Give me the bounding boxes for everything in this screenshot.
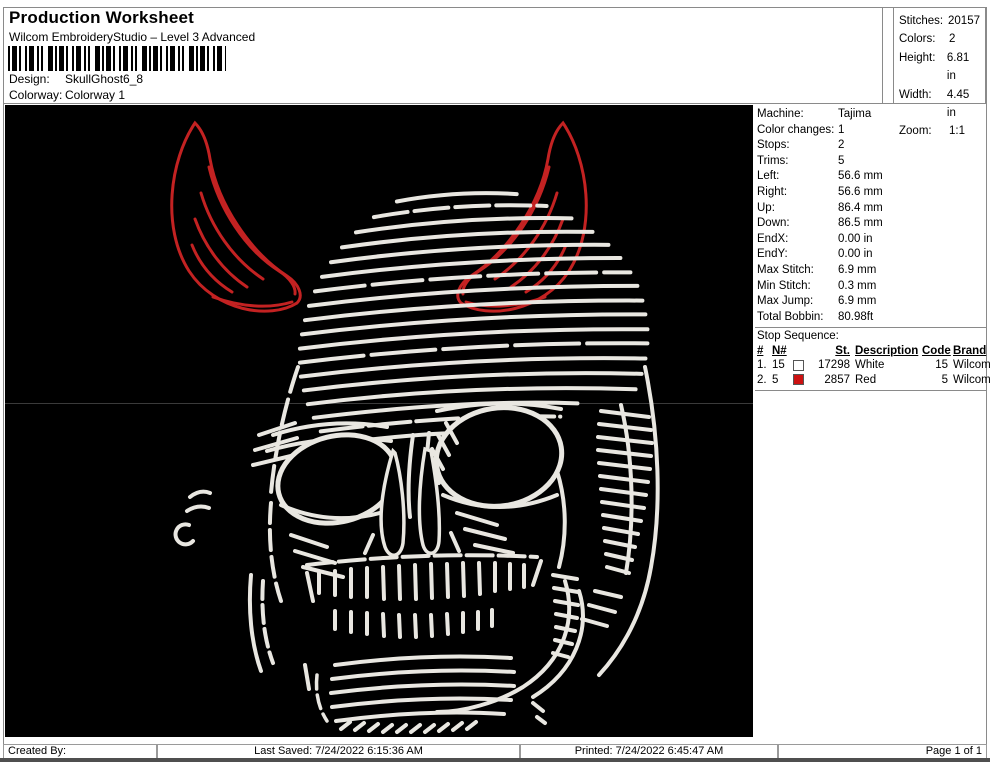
footer-last-saved: Last Saved: 7/24/2022 6:15:36 AM <box>157 744 520 759</box>
stop-sequence-row: 1. 15 17298 White 15 Wilcom <box>757 358 986 373</box>
machine-row: Color changes:1 <box>757 123 986 139</box>
stop-sequence-row: 2. 5 2857 Red 5 Wilcom <box>757 373 986 388</box>
upper-teeth <box>319 563 524 599</box>
header-stats-divider <box>882 7 883 104</box>
header-divider <box>3 103 987 104</box>
colorway-value: Colorway 1 <box>65 88 125 102</box>
production-worksheet-page: { "header": { "title": "Production Works… <box>0 0 990 762</box>
stat-height: Height:6.81 in <box>899 49 980 86</box>
window-bottom-strip <box>0 758 990 762</box>
machine-row: Right:56.6 mm <box>757 185 986 201</box>
design-barcode <box>8 46 226 71</box>
design-canvas <box>5 105 753 737</box>
design-label: Design: <box>9 72 65 86</box>
left-side-sketch <box>176 367 298 671</box>
chin-stripes <box>331 581 583 721</box>
footer-created-by: Created By: <box>3 744 157 759</box>
stat-colors: Colors:2 <box>899 30 980 48</box>
machine-row: Min Stitch:0.3 mm <box>757 279 986 295</box>
stop-sequence-bottom-divider <box>755 390 986 391</box>
stop-sequence-divider <box>755 327 986 328</box>
lower-teeth <box>335 610 492 637</box>
machine-row: Total Bobbin:80.98ft <box>757 310 986 326</box>
left-horn-icon <box>172 123 300 311</box>
machine-row: Left:56.6 mm <box>757 169 986 185</box>
machine-row: Stops:2 <box>757 138 986 154</box>
footer-page-number: Page 1 of 1 <box>778 744 987 759</box>
stop-sequence-table: # N# St. Description Code Brand 1. 15 17… <box>757 344 986 387</box>
gum-line <box>307 555 537 565</box>
machine-row: Down:86.5 mm <box>757 216 986 232</box>
machine-row: Up:86.4 mm <box>757 201 986 217</box>
machine-info-panel: Machine:Tajima Color changes:1 Stops:2 T… <box>757 107 986 325</box>
stop-sequence-header-row: # N# St. Description Code Brand <box>757 344 986 358</box>
machine-row: Trims:5 <box>757 154 986 170</box>
colorway-row: Colorway:Colorway 1 <box>9 88 125 102</box>
thread-color-swatch <box>793 360 804 371</box>
summary-stats-box: Stitches:20157 Colors:2 Height:6.81 in W… <box>893 7 986 104</box>
right-temple-hatching <box>582 367 658 675</box>
machine-row: Machine:Tajima <box>757 107 986 123</box>
mouth-corners <box>307 561 541 601</box>
app-subtitle: Wilcom EmbroideryStudio – Level 3 Advanc… <box>9 30 255 44</box>
design-row: Design:SkullGhost6_8 <box>9 72 143 86</box>
page-title: Production Worksheet <box>9 8 194 28</box>
colorway-label: Colorway: <box>9 88 65 102</box>
left-jaw-marks <box>305 665 327 721</box>
machine-row: Max Stitch:6.9 mm <box>757 263 986 279</box>
thread-color-swatch <box>793 374 804 385</box>
machine-row: EndX:0.00 in <box>757 232 986 248</box>
machine-row: EndY:0.00 in <box>757 247 986 263</box>
stat-stitches: Stitches:20157 <box>899 12 980 30</box>
footer-printed: Printed: 7/24/2022 6:45:47 AM <box>520 744 778 759</box>
stop-sequence-title: Stop Sequence: <box>757 330 839 342</box>
skull-embroidery-graphic <box>5 105 753 737</box>
machine-row: Max Jump:6.9 mm <box>757 294 986 310</box>
design-value: SkullGhost6_8 <box>65 72 143 86</box>
